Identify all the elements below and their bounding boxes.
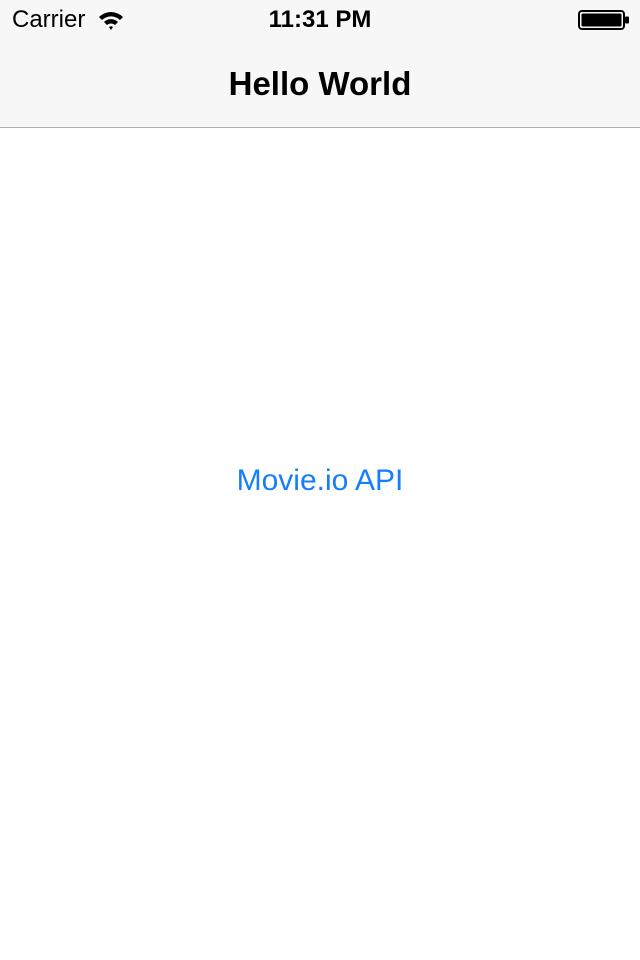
app-screen: Carrier 11:31 PM Hello World Movie.io AP… <box>0 0 640 960</box>
top-bar: Carrier 11:31 PM Hello World <box>0 0 640 128</box>
main-content: Movie.io API <box>0 128 640 960</box>
status-time: 11:31 PM <box>268 6 372 33</box>
battery-icon <box>578 10 629 30</box>
status-bar: Carrier 11:31 PM <box>0 0 640 40</box>
navigation-bar: Hello World <box>0 40 640 128</box>
movie-api-button[interactable]: Movie.io API <box>200 456 440 506</box>
nav-title: Hello World <box>228 65 412 102</box>
